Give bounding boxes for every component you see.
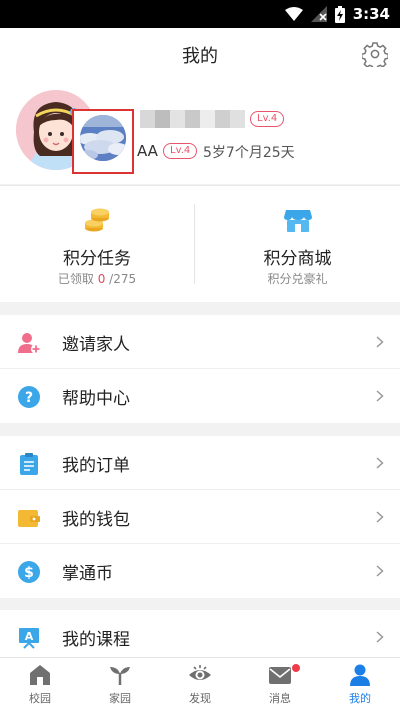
page-title: 我的 [182, 46, 218, 67]
points-mall-sub: 积分兑豪礼 [267, 272, 328, 286]
person-icon [350, 664, 370, 686]
gear-icon[interactable] [362, 41, 388, 67]
points-claimed-text: 已领取 [57, 272, 94, 286]
menu-my-orders[interactable]: 我的订单 [0, 436, 400, 490]
child-level-badge: Lv.4 [163, 143, 198, 159]
child-avatar[interactable] [80, 115, 126, 161]
parent-name-blurred [140, 110, 245, 128]
no-signal-icon [310, 6, 327, 22]
points-total: /275 [109, 272, 137, 286]
bottom-tab-bar: 校园 家园 发现 消息 我的 [0, 657, 400, 711]
profile-card[interactable]: Lv.4 AA Lv.4 5岁7个月25天 [0, 80, 400, 184]
message-icon [269, 667, 291, 684]
tab-home[interactable]: 家园 [80, 658, 160, 711]
tab-label: 我的 [349, 692, 371, 705]
wallet-icon [18, 510, 40, 527]
tab-messages[interactable]: 消息 [240, 658, 320, 711]
app-header: 我的 [0, 28, 400, 80]
menu-my-wallet[interactable]: 我的钱包 [0, 490, 400, 544]
menu-wallet-label: 我的钱包 [62, 510, 130, 530]
course-board-icon: A [19, 628, 39, 649]
menu-invite-family[interactable]: 邀请家人 [0, 315, 400, 369]
tab-label: 发现 [189, 692, 211, 705]
points-mall-button[interactable]: 积分商城 积分兑豪礼 [195, 186, 400, 303]
wifi-icon [284, 7, 303, 21]
chevron-right-icon [376, 457, 384, 469]
points-mall-label: 积分商城 [263, 249, 332, 269]
menu-my-courses[interactable]: A 我的课程 [0, 610, 400, 657]
clock: 3:34 [352, 5, 390, 23]
menu-help-label: 帮助中心 [62, 389, 130, 409]
sprout-icon [110, 667, 130, 685]
menu-coins-label: 掌通币 [62, 564, 113, 584]
help-icon: ? [18, 386, 40, 408]
menu-group-1: 邀请家人 ? 帮助中心 [0, 315, 400, 423]
tab-discover[interactable]: 发现 [160, 658, 240, 711]
dollar-coin-icon: $ [18, 561, 40, 583]
points-claimed-count: 0 [97, 272, 106, 286]
tab-school[interactable]: 校园 [0, 658, 80, 711]
menu-group-2: 我的订单 我的钱包 $ 掌通币 [0, 436, 400, 598]
menu-coins[interactable]: $ 掌通币 [0, 544, 400, 598]
school-icon [30, 665, 50, 685]
notification-dot [292, 664, 300, 672]
child-name: AA [137, 142, 158, 160]
points-tasks-label: 积分任务 [63, 249, 131, 269]
svg-text:?: ? [25, 390, 33, 406]
menu-orders-label: 我的订单 [62, 456, 130, 476]
store-icon [283, 210, 312, 232]
tab-mine[interactable]: 我的 [320, 658, 400, 711]
menu-courses-label: 我的课程 [62, 630, 130, 650]
parent-level-badge: Lv.4 [250, 111, 285, 127]
tab-label: 校园 [29, 692, 51, 705]
child-age: 5岁7个月25天 [203, 145, 295, 161]
svg-text:A: A [25, 630, 34, 643]
coins-icon [85, 208, 109, 232]
points-tasks-progress: 已领取 0 /275 [0, 270, 194, 287]
svg-text:$: $ [24, 565, 34, 581]
status-bar: 3:34 [0, 0, 400, 28]
points-tasks-button[interactable]: 积分任务 已领取 0 /275 [0, 186, 194, 303]
child-avatar-highlight[interactable] [72, 109, 134, 174]
chevron-right-icon [376, 565, 384, 577]
tab-label: 消息 [269, 692, 291, 705]
clipboard-icon [20, 453, 38, 475]
chevron-right-icon [376, 336, 384, 348]
menu-group-3: A 我的课程 [0, 610, 400, 657]
chevron-right-icon [376, 631, 384, 643]
add-person-icon [18, 333, 41, 354]
eye-icon [189, 665, 211, 680]
battery-charging-icon [334, 5, 345, 23]
menu-help-center[interactable]: ? 帮助中心 [0, 369, 400, 423]
menu-invite-label: 邀请家人 [62, 335, 130, 355]
chevron-right-icon [376, 511, 384, 523]
tab-label: 家园 [109, 692, 131, 705]
points-section: 积分任务 已领取 0 /275 积分商城 积分兑豪礼 [0, 185, 400, 302]
chevron-right-icon [376, 390, 384, 402]
